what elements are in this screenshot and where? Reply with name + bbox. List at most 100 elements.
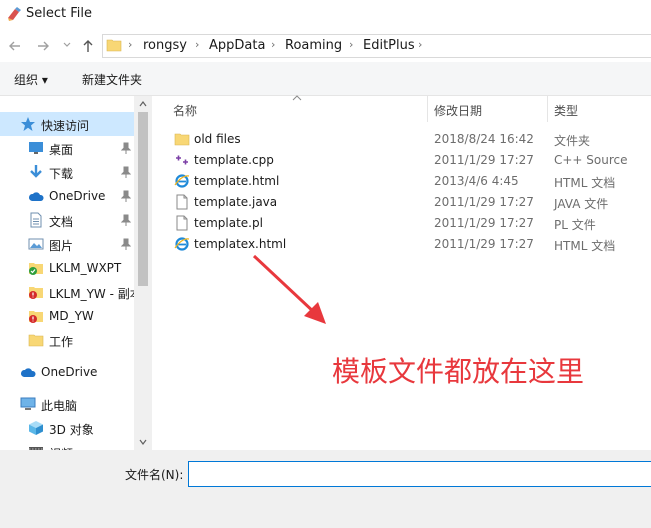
file-modified: 2011/1/29 17:27 [434,237,534,251]
breadcrumb-separator: › [128,38,133,51]
folder-sync-error-icon [29,311,43,323]
column-header-modified[interactable]: 修改日期 [434,102,482,119]
sidebar-item-label: LKLM_YW - 副本 [49,287,142,301]
scroll-up-icon[interactable] [138,100,148,108]
file-row[interactable]: templatex.html 2011/1/29 17:27 HTML 文档 [166,234,651,255]
breadcrumb-separator: › [271,38,276,51]
pin-icon[interactable] [121,214,131,226]
column-divider[interactable] [547,96,548,122]
sidebar-item-work[interactable]: 工作 [0,328,134,352]
pin-icon[interactable] [121,238,131,250]
sidebar-item-label: 此电脑 [41,399,78,413]
window-title: Select File [26,6,92,21]
star-icon [21,117,35,131]
scroll-down-icon[interactable] [138,438,148,446]
arrow-left-icon[interactable] [7,38,23,54]
file-modified: 2018/8/24 16:42 [434,132,534,146]
file-name: template.java [194,195,278,209]
cube-icon [29,421,43,435]
sidebar-item-pictures[interactable]: 图片 [0,232,134,256]
folder-icon [28,334,44,347]
pin-icon[interactable] [121,190,131,202]
filename-label: 文件名(N): [125,468,184,482]
new-folder-button[interactable]: 新建文件夹 [82,71,142,88]
sidebar-item-lklm-yw-copy[interactable]: LKLM_YW - 副本 [0,280,142,304]
sidebar-item-videos[interactable]: 视频 [0,440,134,450]
file-type: JAVA 文件 [554,197,609,211]
file-type: 文件夹 [554,134,591,148]
sidebar-item-md-yw[interactable]: MD_YW [0,304,134,328]
file-name: old files [194,132,241,146]
file-row[interactable]: template.pl 2011/1/29 17:27 PL 文件 [166,213,651,234]
file-modified: 2011/1/29 17:27 [434,216,534,230]
pin-icon[interactable] [121,142,131,154]
filename-input[interactable] [188,461,651,487]
sidebar-item-lklm-wxpt[interactable]: LKLM_WXPT [0,256,134,280]
navigation-pane: 快速访问 桌面 下载 OneDrive 文档 图片 LKLM_WXPT LKLM… [0,96,152,450]
document-icon [30,212,42,228]
sidebar-item-label: 图片 [49,239,74,253]
column-header-name[interactable]: 名称 [173,102,197,119]
sidebar-item-label: 快速访问 [41,119,90,133]
file-row[interactable]: template.cpp 2011/1/29 17:27 C++ Source [166,150,651,171]
breadcrumb-rongsy[interactable]: rongsy [143,38,187,53]
desktop-icon [29,142,43,154]
sidebar-item-label: 工作 [49,335,74,349]
folder-icon [106,39,122,52]
file-icon [176,215,188,231]
download-icon [30,165,42,178]
computer-icon [20,397,36,410]
picture-icon [28,238,44,250]
cpp-file-icon [176,155,188,165]
arrow-up-icon[interactable] [80,38,96,54]
sidebar-item-documents[interactable]: 文档 [0,208,134,232]
file-modified: 2011/1/29 17:27 [434,195,534,209]
annotation-text: 模板文件都放在这里 [332,355,585,388]
file-name: template.html [194,174,280,188]
folder-sync-ok-icon [29,263,43,275]
sidebar-item-onedrive-quick[interactable]: OneDrive [0,184,134,208]
breadcrumb-separator: › [349,38,354,51]
file-type: C++ Source [554,153,628,167]
column-divider[interactable] [427,96,428,122]
ie-html-icon [174,237,190,251]
sidebar-item-quick-access[interactable]: 快速访问 [0,112,134,136]
file-type: HTML 文档 [554,239,616,253]
sidebar-item-3d-objects[interactable]: 3D 对象 [0,416,134,440]
sidebar-item-desktop[interactable]: 桌面 [0,136,134,160]
organize-button[interactable]: 组织 ▾ [14,71,48,88]
file-modified: 2013/4/6 4:45 [434,174,519,188]
chevron-down-icon[interactable] [62,40,72,50]
title-bar [0,0,651,30]
file-type: HTML 文档 [554,176,616,190]
cloud-icon [20,368,36,377]
sidebar-item-this-pc[interactable]: 此电脑 [0,392,134,416]
file-type: PL 文件 [554,218,596,232]
breadcrumb-roaming[interactable]: Roaming [285,38,342,53]
file-row[interactable]: template.java 2011/1/29 17:27 JAVA 文件 [166,192,651,213]
file-name: template.pl [194,216,263,230]
file-row[interactable]: old files 2018/8/24 16:42 文件夹 [166,129,651,150]
sidebar-item-downloads[interactable]: 下载 [0,160,134,184]
pin-icon[interactable] [121,166,131,178]
arrow-right-icon[interactable] [35,38,51,54]
annotation-arrow [252,254,326,324]
ie-html-icon [174,174,190,188]
breadcrumb-separator: › [195,38,200,51]
sidebar-item-label: 桌面 [49,143,74,157]
sidebar-scrollbar-thumb[interactable] [138,112,148,286]
sort-ascending-icon [292,95,302,101]
file-name: templatex.html [194,237,287,251]
sidebar-item-label: LKLM_WXPT [49,261,122,275]
breadcrumb-appdata[interactable]: AppData [209,38,265,53]
sidebar-item-label: OneDrive [41,365,98,379]
column-header-type[interactable]: 类型 [554,102,578,119]
sidebar-item-onedrive[interactable]: OneDrive [0,360,134,384]
folder-icon [174,133,190,146]
folder-sync-error-icon [29,287,43,299]
sidebar-item-label: OneDrive [49,189,106,203]
breadcrumb-editplus[interactable]: EditPlus [363,38,415,53]
sidebar-item-label: 文档 [49,215,74,229]
file-row[interactable]: template.html 2013/4/6 4:45 HTML 文档 [166,171,651,192]
sidebar-item-label: 3D 对象 [49,423,94,437]
